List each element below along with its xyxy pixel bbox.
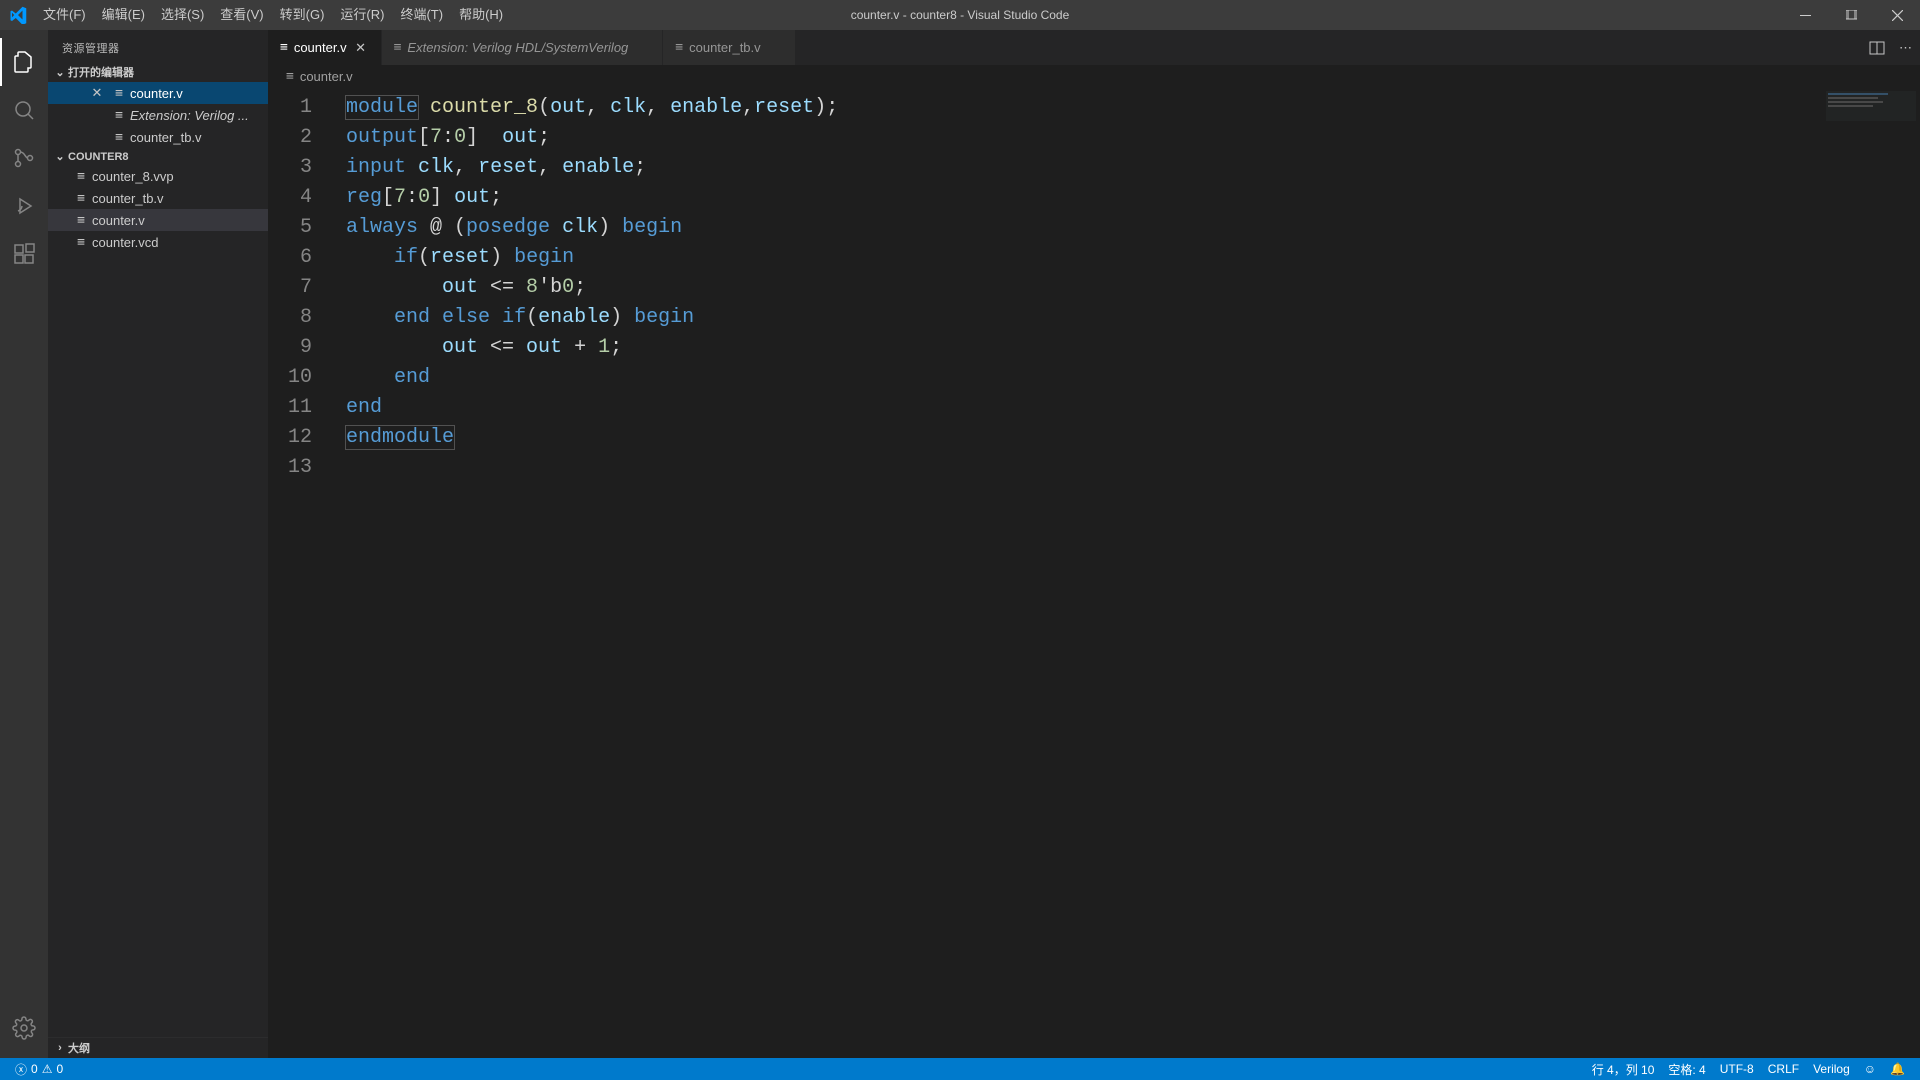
open-editor-label: counter.v bbox=[130, 86, 183, 101]
error-count: 0 bbox=[31, 1062, 38, 1076]
tab-label: counter_tb.v bbox=[689, 40, 761, 55]
open-editors-header[interactable]: ⌄ 打开的编辑器 bbox=[48, 62, 268, 82]
file-icon: ≡ bbox=[280, 40, 288, 55]
sidebar-title: 资源管理器 bbox=[48, 30, 268, 62]
activity-settings-icon[interactable] bbox=[0, 1004, 48, 1052]
chevron-right-icon: › bbox=[52, 1042, 68, 1054]
status-language[interactable]: Verilog bbox=[1806, 1061, 1857, 1078]
menu-edit[interactable]: 编辑(E) bbox=[94, 0, 153, 30]
file-icon: ≡ bbox=[70, 191, 92, 206]
maximize-button[interactable] bbox=[1828, 0, 1874, 30]
folder-label: COUNTER8 bbox=[68, 151, 129, 163]
activity-scm-icon[interactable] bbox=[0, 134, 48, 182]
sidebar: 资源管理器 ⌄ 打开的编辑器 ✕ ≡ counter.v ≡ Extension… bbox=[48, 30, 268, 1058]
editor-body[interactable]: 12345678910111213 module counter_8(out, … bbox=[268, 87, 1920, 1058]
file-label: counter.v bbox=[92, 213, 145, 228]
titlebar: 文件(F) 编辑(E) 选择(S) 查看(V) 转到(G) 运行(R) 终端(T… bbox=[0, 0, 1920, 30]
status-cursor[interactable]: 行 4，列 10 bbox=[1585, 1061, 1662, 1078]
menu-file[interactable]: 文件(F) bbox=[35, 0, 94, 30]
editor-area: ≡ counter.v ✕ ≡ Extension: Verilog HDL/S… bbox=[268, 30, 1920, 1058]
outline-label: 大纲 bbox=[68, 1040, 90, 1056]
line-numbers: 12345678910111213 bbox=[268, 93, 338, 483]
open-editor-item[interactable]: ≡ counter_tb.v bbox=[48, 126, 268, 148]
menu-selection[interactable]: 选择(S) bbox=[153, 0, 212, 30]
close-icon[interactable]: ✕ bbox=[86, 85, 108, 101]
activity-explorer-icon[interactable] bbox=[0, 38, 48, 86]
activitybar bbox=[0, 30, 48, 1058]
close-icon[interactable]: ✕ bbox=[353, 40, 369, 56]
file-icon: ≡ bbox=[108, 86, 130, 101]
file-icon: ≡ bbox=[108, 130, 130, 145]
editor-actions: ⋯ bbox=[1861, 30, 1920, 65]
statusbar: ⓧ0 ⚠0 行 4，列 10 空格: 4 UTF-8 CRLF Verilog … bbox=[0, 1058, 1920, 1080]
warning-count: 0 bbox=[56, 1062, 63, 1076]
chevron-down-icon: ⌄ bbox=[52, 150, 68, 163]
file-label: counter.vcd bbox=[92, 235, 159, 250]
error-icon: ⓧ bbox=[15, 1061, 27, 1078]
breadcrumb-label: counter.v bbox=[300, 69, 353, 84]
file-icon: ≡ bbox=[108, 108, 130, 123]
vscode-logo-icon bbox=[0, 6, 35, 24]
menu-run[interactable]: 运行(R) bbox=[332, 0, 392, 30]
tab-label: Extension: Verilog HDL/SystemVerilog bbox=[407, 40, 628, 55]
file-item[interactable]: ≡ counter.vcd bbox=[48, 231, 268, 253]
tab-label: counter.v bbox=[294, 40, 347, 55]
open-editors-label: 打开的编辑器 bbox=[68, 64, 134, 80]
tabs: ≡ counter.v ✕ ≡ Extension: Verilog HDL/S… bbox=[268, 30, 1920, 65]
code-content[interactable]: module counter_8(out, clk, enable,reset)… bbox=[346, 93, 1900, 483]
file-item[interactable]: ≡ counter.v bbox=[48, 209, 268, 231]
file-icon: ≡ bbox=[286, 69, 294, 84]
open-editor-label: counter_tb.v bbox=[130, 130, 202, 145]
more-actions-icon[interactable]: ⋯ bbox=[1899, 40, 1912, 56]
tab-counter-tb[interactable]: ≡ counter_tb.v ✕ bbox=[663, 30, 795, 65]
breadcrumb[interactable]: ≡ counter.v bbox=[268, 65, 1920, 87]
minimap[interactable] bbox=[1826, 91, 1916, 121]
split-editor-icon[interactable] bbox=[1869, 40, 1885, 56]
tab-counter-v[interactable]: ≡ counter.v ✕ bbox=[268, 30, 382, 65]
status-bell-icon[interactable]: 🔔 bbox=[1883, 1061, 1912, 1078]
window-controls bbox=[1782, 0, 1920, 30]
file-icon: ≡ bbox=[394, 40, 402, 55]
open-editor-label: Extension: Verilog ... bbox=[130, 108, 249, 123]
close-button[interactable] bbox=[1874, 0, 1920, 30]
menu-help[interactable]: 帮助(H) bbox=[451, 0, 511, 30]
activity-search-icon[interactable] bbox=[0, 86, 48, 134]
file-icon: ≡ bbox=[70, 235, 92, 250]
tab-extension[interactable]: ≡ Extension: Verilog HDL/SystemVerilog ✕ bbox=[382, 30, 664, 65]
chevron-down-icon: ⌄ bbox=[52, 66, 68, 79]
menubar: 文件(F) 编辑(E) 选择(S) 查看(V) 转到(G) 运行(R) 终端(T… bbox=[35, 0, 511, 30]
file-icon: ≡ bbox=[70, 169, 92, 184]
status-problems[interactable]: ⓧ0 ⚠0 bbox=[8, 1061, 70, 1078]
outline-header[interactable]: › 大纲 bbox=[48, 1037, 268, 1058]
file-item[interactable]: ≡ counter_tb.v bbox=[48, 187, 268, 209]
menu-view[interactable]: 查看(V) bbox=[212, 0, 271, 30]
warning-icon: ⚠ bbox=[42, 1062, 53, 1076]
file-item[interactable]: ≡ counter_8.vvp bbox=[48, 165, 268, 187]
status-eol[interactable]: CRLF bbox=[1761, 1061, 1806, 1078]
status-feedback-icon[interactable]: ☺ bbox=[1857, 1061, 1883, 1078]
open-editor-item[interactable]: ✕ ≡ counter.v bbox=[48, 82, 268, 104]
file-label: counter_8.vvp bbox=[92, 169, 174, 184]
open-editor-item[interactable]: ≡ Extension: Verilog ... bbox=[48, 104, 268, 126]
status-encoding[interactable]: UTF-8 bbox=[1713, 1061, 1761, 1078]
minimize-button[interactable] bbox=[1782, 0, 1828, 30]
menu-go[interactable]: 转到(G) bbox=[272, 0, 333, 30]
file-label: counter_tb.v bbox=[92, 191, 164, 206]
folder-header[interactable]: ⌄ COUNTER8 bbox=[48, 148, 268, 165]
activity-extensions-icon[interactable] bbox=[0, 230, 48, 278]
menu-terminal[interactable]: 终端(T) bbox=[392, 0, 451, 30]
file-icon: ≡ bbox=[70, 213, 92, 228]
status-indent[interactable]: 空格: 4 bbox=[1661, 1061, 1712, 1078]
activity-debug-icon[interactable] bbox=[0, 182, 48, 230]
file-icon: ≡ bbox=[675, 40, 683, 55]
